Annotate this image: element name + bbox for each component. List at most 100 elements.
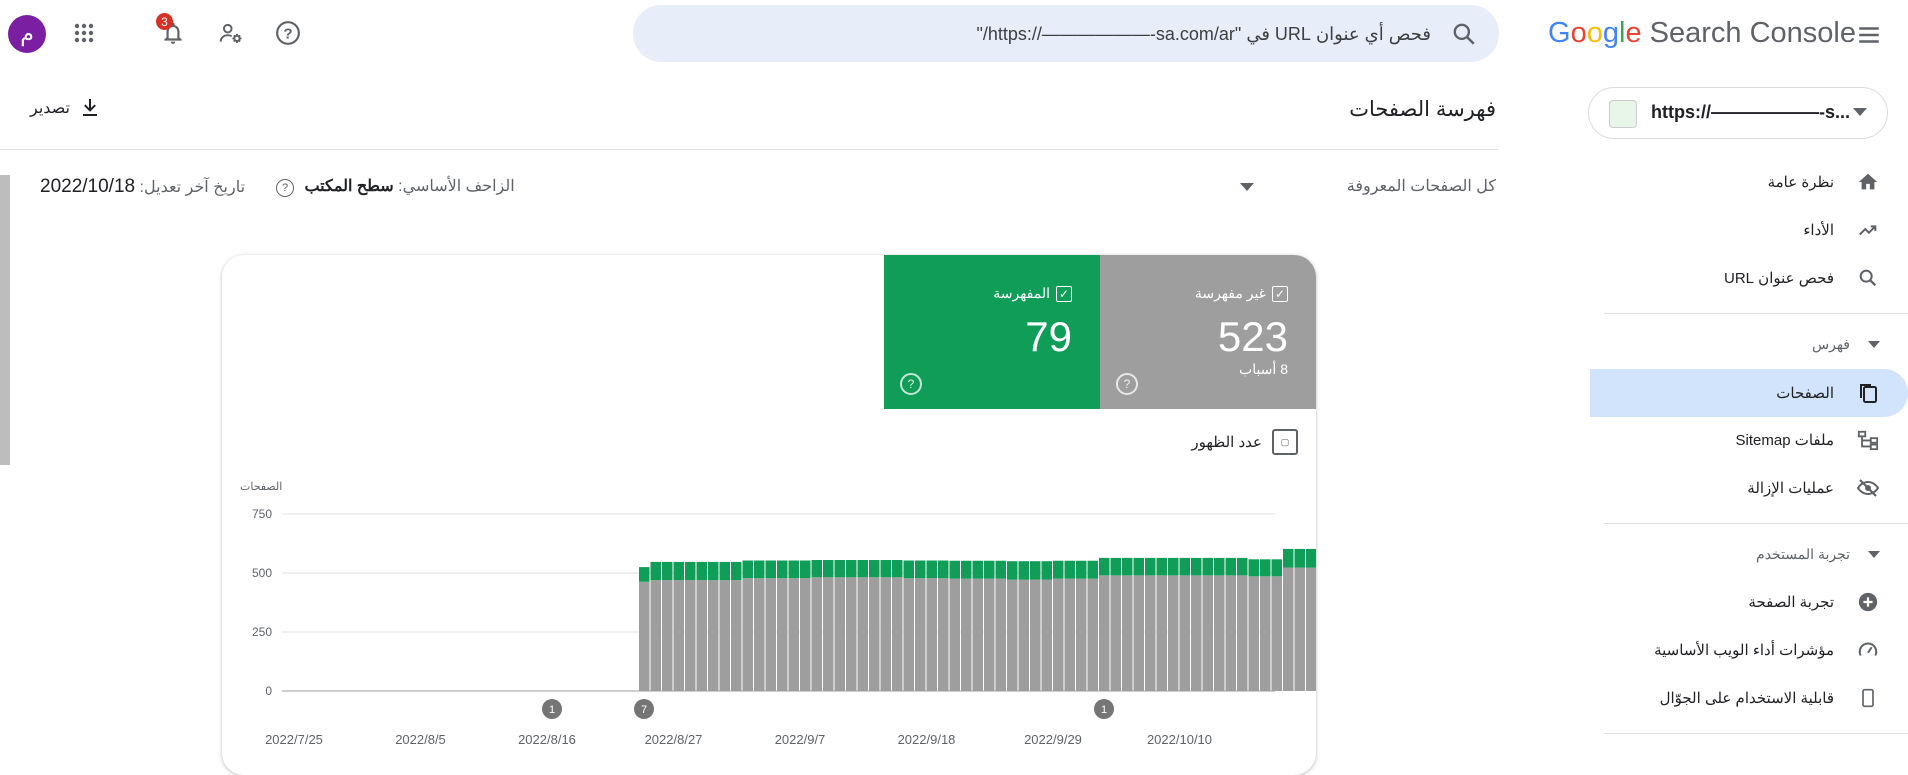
bar-not-indexed	[1179, 575, 1190, 691]
bar-indexed	[823, 560, 834, 578]
pages-filter-dropdown[interactable]: كل الصفحات المعروفة	[1240, 176, 1496, 196]
manage-users-settings-icon[interactable]	[214, 16, 248, 50]
y-tick-label: 750	[252, 507, 272, 521]
bar-not-indexed	[1306, 567, 1316, 691]
property-selector[interactable]: https://――――――-s...	[1588, 87, 1888, 139]
nav-section-index[interactable]: فهرس	[1812, 336, 1880, 353]
nav-page-experience[interactable]: تجربة الصفحة	[1594, 578, 1908, 626]
bar-not-indexed	[1018, 579, 1029, 691]
nav-url-inspection[interactable]: فحص عنوان URL	[1594, 254, 1908, 302]
bar-not-indexed	[1191, 575, 1202, 691]
indexed-tile[interactable]: ✓ المفهرسة 79 ?	[884, 255, 1100, 409]
bar-not-indexed	[1030, 579, 1041, 691]
search-input-text[interactable]: فحص أي عنوان URL في "https://――――――-sa.c…	[976, 24, 1431, 45]
bar-not-indexed	[869, 577, 880, 691]
impressions-label: عدد الظهور	[1191, 434, 1262, 451]
nav-performance[interactable]: الأداء	[1594, 206, 1908, 254]
bar-indexed	[857, 560, 868, 578]
not-indexed-tile-main[interactable]: ✓ غير مفهرسة 523 8 أسباب ?	[1100, 255, 1316, 409]
bar-indexed	[961, 560, 972, 579]
bar-not-indexed	[1294, 567, 1305, 691]
not-indexed-label: غير مفهرسة	[1194, 285, 1266, 301]
pages-copy-icon	[1856, 381, 1880, 405]
speed-gauge-icon	[1856, 638, 1880, 662]
bar-indexed	[972, 560, 983, 579]
bar-not-indexed	[1283, 567, 1294, 691]
nav-removals-label: عمليات الإزالة	[1747, 480, 1834, 497]
bar-not-indexed	[1122, 575, 1133, 691]
bar-indexed	[1007, 561, 1018, 580]
bar-indexed	[1202, 557, 1213, 576]
bar-not-indexed	[949, 578, 960, 691]
bar-not-indexed	[1087, 578, 1098, 691]
bar-indexed	[1306, 548, 1316, 568]
visibility-off-icon	[1856, 476, 1880, 500]
crawler-label: الزاحف الأساسي:	[398, 178, 515, 195]
nav-core-web-vitals[interactable]: مؤشرات أداء الويب الأساسية	[1594, 626, 1908, 674]
scrollbar-thumb[interactable]	[0, 175, 10, 465]
nav-mobile-usability[interactable]: قابلية الاستخدام على الجوّال	[1594, 674, 1908, 722]
bar-not-indexed	[926, 578, 937, 691]
nav-removals[interactable]: عمليات الإزالة	[1594, 464, 1908, 512]
bar-indexed	[995, 560, 1006, 579]
not-indexed-reasons: 8 أسباب	[1239, 361, 1288, 377]
home-icon	[1856, 170, 1880, 194]
bar-not-indexed	[846, 577, 857, 691]
help-icon[interactable]: ?	[271, 16, 305, 50]
crawler-help-icon[interactable]: ?	[276, 179, 294, 197]
smartphone-icon	[1856, 686, 1880, 710]
nav-performance-label: الأداء	[1803, 222, 1834, 239]
bar-indexed	[846, 560, 857, 578]
bar-indexed	[892, 560, 903, 578]
help-icon[interactable]: ?	[1116, 373, 1138, 395]
bar-not-indexed	[662, 580, 673, 691]
bar-not-indexed	[903, 578, 914, 691]
not-indexed-header: ✓ غير مفهرسة	[1195, 285, 1288, 302]
search-console-logo[interactable]: Google Search Console	[1548, 17, 1856, 50]
last-update-info: تاريخ آخر تعديل: 2022/10/18	[40, 176, 245, 198]
pages-chart: الصفحات 750 500 250 0 1 7 1 2022/7/25 2022/8/5 202…	[240, 481, 1316, 747]
export-button[interactable]: تصدير	[30, 96, 102, 120]
checkbox-unchecked-icon[interactable]: ▢	[1272, 429, 1298, 455]
crawler-value: سطح المكتب	[304, 178, 394, 195]
apps-icon[interactable]	[67, 16, 101, 50]
bar-indexed	[1041, 561, 1052, 580]
bar-not-indexed	[972, 578, 983, 691]
bar-indexed	[650, 561, 661, 581]
notification-count-badge: 3	[156, 13, 173, 30]
checkbox-checked-icon[interactable]: ✓	[1056, 285, 1072, 302]
bar-indexed	[685, 561, 696, 581]
svg-text:?: ?	[283, 25, 292, 42]
bar-indexed	[1018, 561, 1029, 580]
bar-indexed	[1168, 557, 1179, 576]
nav-sitemaps[interactable]: ملفات Sitemap	[1594, 416, 1908, 464]
crawler-info: الزاحف الأساسي: سطح المكتب ?	[276, 176, 515, 197]
bar-not-indexed	[754, 578, 765, 691]
account-avatar[interactable]: م	[8, 15, 46, 53]
bar-not-indexed	[823, 577, 834, 691]
bar-not-indexed	[731, 580, 742, 691]
main-menu-icon[interactable]	[1852, 18, 1886, 52]
header-divider	[0, 149, 1498, 150]
indexed-header: ✓ المفهرسة	[993, 285, 1072, 302]
nav-overview[interactable]: نظرة عامة	[1594, 158, 1908, 206]
bar-not-indexed	[1225, 575, 1236, 691]
index-coverage-card: ✓ غير مفهرسة 523 8 أسباب ? ✓ المفهرسة 79…	[222, 255, 1316, 775]
help-icon[interactable]: ?	[900, 373, 922, 395]
add-circle-icon	[1856, 590, 1880, 614]
x-tick-label: 2022/8/5	[395, 732, 446, 747]
nav-pages[interactable]: الصفحات	[1590, 369, 1908, 417]
url-inspection-search-bar[interactable]: فحص أي عنوان URL في "https://――――――-sa.c…	[633, 5, 1499, 62]
y-axis-label: الصفحات	[240, 481, 282, 493]
checkbox-checked-icon[interactable]: ✓	[1272, 285, 1288, 302]
bar-not-indexed	[742, 578, 753, 691]
nav-section-experience[interactable]: تجربة المستخدم	[1756, 546, 1880, 563]
last-update-label: تاريخ آخر تعديل:	[139, 179, 246, 196]
bar-not-indexed	[1007, 579, 1018, 691]
y-tick-label: 500	[252, 566, 272, 580]
impressions-toggle[interactable]: ▢ عدد الظهور	[1191, 429, 1298, 455]
export-label: تصدير	[30, 100, 71, 117]
search-icon	[1856, 266, 1880, 290]
search-icon[interactable]	[1451, 21, 1477, 52]
bar-not-indexed	[1041, 579, 1052, 691]
